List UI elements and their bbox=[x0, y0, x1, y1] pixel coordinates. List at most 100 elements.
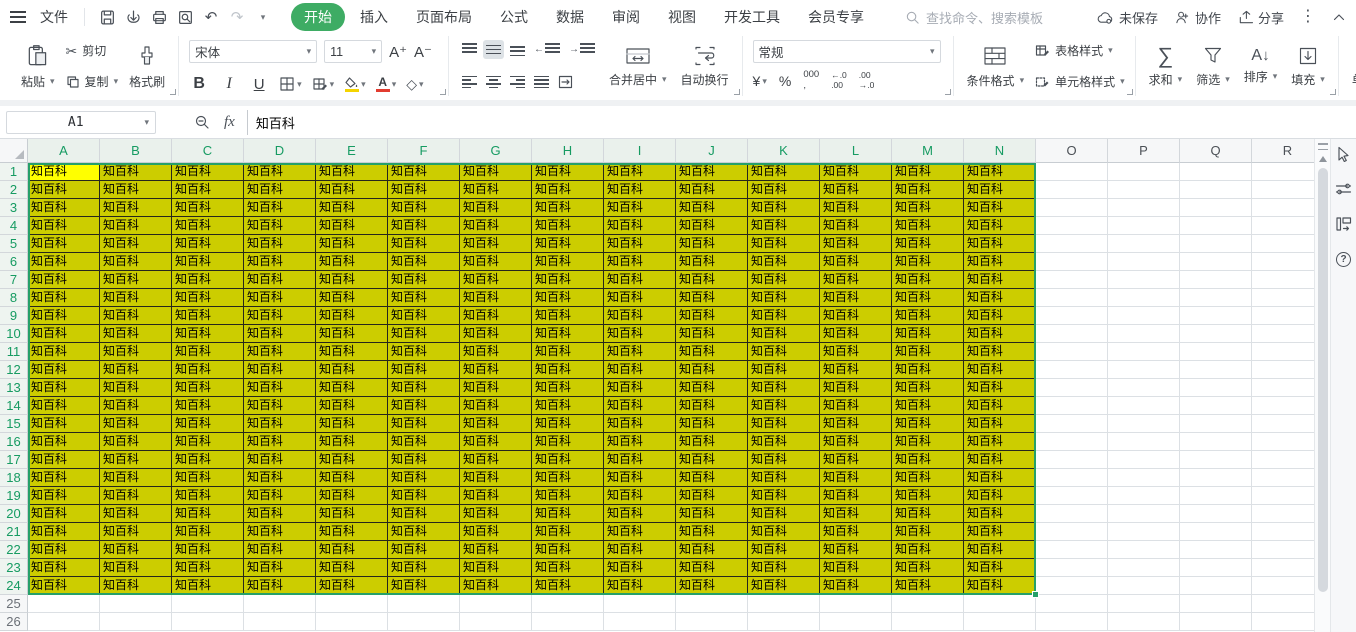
row-header-12[interactable]: 12 bbox=[0, 361, 28, 379]
cell-A19[interactable]: 知百科 bbox=[28, 487, 100, 505]
hamburger-menu-icon[interactable] bbox=[10, 11, 26, 23]
cell-O18[interactable] bbox=[1036, 469, 1108, 487]
cell-C21[interactable]: 知百科 bbox=[172, 523, 244, 541]
export-pdf-button[interactable] bbox=[121, 5, 145, 29]
cell-G1[interactable]: 知百科 bbox=[460, 163, 532, 181]
cell-O12[interactable] bbox=[1036, 361, 1108, 379]
cell-P16[interactable] bbox=[1108, 433, 1180, 451]
cell-O2[interactable] bbox=[1036, 181, 1108, 199]
cell-C26[interactable] bbox=[172, 613, 244, 631]
cell-P13[interactable] bbox=[1108, 379, 1180, 397]
cell-H21[interactable]: 知百科 bbox=[532, 523, 604, 541]
cell-A10[interactable]: 知百科 bbox=[28, 325, 100, 343]
cell-L18[interactable]: 知百科 bbox=[820, 469, 892, 487]
cell-J22[interactable]: 知百科 bbox=[676, 541, 748, 559]
cell-O13[interactable] bbox=[1036, 379, 1108, 397]
cell-D5[interactable]: 知百科 bbox=[244, 235, 316, 253]
cell-Q20[interactable] bbox=[1180, 505, 1252, 523]
cell-B3[interactable]: 知百科 bbox=[100, 199, 172, 217]
cell-H4[interactable]: 知百科 bbox=[532, 217, 604, 235]
cell-F11[interactable]: 知百科 bbox=[388, 343, 460, 361]
cell-C15[interactable]: 知百科 bbox=[172, 415, 244, 433]
cell-R20[interactable] bbox=[1252, 505, 1314, 523]
cell-D20[interactable]: 知百科 bbox=[244, 505, 316, 523]
cell-A17[interactable]: 知百科 bbox=[28, 451, 100, 469]
cell-F22[interactable]: 知百科 bbox=[388, 541, 460, 559]
cell-L17[interactable]: 知百科 bbox=[820, 451, 892, 469]
cell-C16[interactable]: 知百科 bbox=[172, 433, 244, 451]
cell-P2[interactable] bbox=[1108, 181, 1180, 199]
cell-K7[interactable]: 知百科 bbox=[748, 271, 820, 289]
cell-J4[interactable]: 知百科 bbox=[676, 217, 748, 235]
cell-D9[interactable]: 知百科 bbox=[244, 307, 316, 325]
cell-K23[interactable]: 知百科 bbox=[748, 559, 820, 577]
cell-G6[interactable]: 知百科 bbox=[460, 253, 532, 271]
cell-A5[interactable]: 知百科 bbox=[28, 235, 100, 253]
cell-H1[interactable]: 知百科 bbox=[532, 163, 604, 181]
cell-B25[interactable] bbox=[100, 595, 172, 613]
cell-H8[interactable]: 知百科 bbox=[532, 289, 604, 307]
cell-K24[interactable]: 知百科 bbox=[748, 577, 820, 595]
cell-O17[interactable] bbox=[1036, 451, 1108, 469]
cell-D26[interactable] bbox=[244, 613, 316, 631]
cell-A26[interactable] bbox=[28, 613, 100, 631]
cell-M10[interactable]: 知百科 bbox=[892, 325, 964, 343]
cell-R14[interactable] bbox=[1252, 397, 1314, 415]
cells-button[interactable]: 单元格▾ bbox=[1349, 43, 1356, 90]
cell-G24[interactable]: 知百科 bbox=[460, 577, 532, 595]
row-header-20[interactable]: 20 bbox=[0, 505, 28, 523]
file-menu-button[interactable]: 文件 bbox=[34, 4, 74, 30]
underline-button[interactable]: U bbox=[249, 77, 269, 92]
format-painter-button[interactable]: 格式刷 bbox=[126, 41, 168, 92]
cell-B19[interactable]: 知百科 bbox=[100, 487, 172, 505]
cell-P17[interactable] bbox=[1108, 451, 1180, 469]
cell-H15[interactable]: 知百科 bbox=[532, 415, 604, 433]
cell-F7[interactable]: 知百科 bbox=[388, 271, 460, 289]
cell-J3[interactable]: 知百科 bbox=[676, 199, 748, 217]
cell-G21[interactable]: 知百科 bbox=[460, 523, 532, 541]
cell-B5[interactable]: 知百科 bbox=[100, 235, 172, 253]
cell-M4[interactable]: 知百科 bbox=[892, 217, 964, 235]
cell-P6[interactable] bbox=[1108, 253, 1180, 271]
cell-style-button[interactable]: 单元格样式 ▾ bbox=[1035, 73, 1125, 90]
cell-O16[interactable] bbox=[1036, 433, 1108, 451]
cell-Q18[interactable] bbox=[1180, 469, 1252, 487]
cell-H11[interactable]: 知百科 bbox=[532, 343, 604, 361]
cell-P1[interactable] bbox=[1108, 163, 1180, 181]
cell-J8[interactable]: 知百科 bbox=[676, 289, 748, 307]
cell-I26[interactable] bbox=[604, 613, 676, 631]
cell-E26[interactable] bbox=[316, 613, 388, 631]
cell-D4[interactable]: 知百科 bbox=[244, 217, 316, 235]
cell-B10[interactable]: 知百科 bbox=[100, 325, 172, 343]
cell-E7[interactable]: 知百科 bbox=[316, 271, 388, 289]
cell-D10[interactable]: 知百科 bbox=[244, 325, 316, 343]
fill-color-button[interactable]: ▾ bbox=[344, 76, 366, 92]
cell-H2[interactable]: 知百科 bbox=[532, 181, 604, 199]
cell-K1[interactable]: 知百科 bbox=[748, 163, 820, 181]
row-header-5[interactable]: 5 bbox=[0, 235, 28, 253]
cell-N15[interactable]: 知百科 bbox=[964, 415, 1036, 433]
cell-R9[interactable] bbox=[1252, 307, 1314, 325]
cell-D19[interactable]: 知百科 bbox=[244, 487, 316, 505]
cell-E6[interactable]: 知百科 bbox=[316, 253, 388, 271]
cell-R10[interactable] bbox=[1252, 325, 1314, 343]
scroll-up-arrow[interactable] bbox=[1318, 156, 1327, 162]
cell-P5[interactable] bbox=[1108, 235, 1180, 253]
cell-A1[interactable]: 知百科 bbox=[28, 163, 100, 181]
help-button[interactable]: ? bbox=[1335, 250, 1353, 268]
cell-F8[interactable]: 知百科 bbox=[388, 289, 460, 307]
cell-M11[interactable]: 知百科 bbox=[892, 343, 964, 361]
cell-A2[interactable]: 知百科 bbox=[28, 181, 100, 199]
cell-B9[interactable]: 知百科 bbox=[100, 307, 172, 325]
cell-F4[interactable]: 知百科 bbox=[388, 217, 460, 235]
cell-Q8[interactable] bbox=[1180, 289, 1252, 307]
cell-H17[interactable]: 知百科 bbox=[532, 451, 604, 469]
cell-N13[interactable]: 知百科 bbox=[964, 379, 1036, 397]
cell-D12[interactable]: 知百科 bbox=[244, 361, 316, 379]
cell-K22[interactable]: 知百科 bbox=[748, 541, 820, 559]
cell-E2[interactable]: 知百科 bbox=[316, 181, 388, 199]
cell-F18[interactable]: 知百科 bbox=[388, 469, 460, 487]
cell-P19[interactable] bbox=[1108, 487, 1180, 505]
cell-F6[interactable]: 知百科 bbox=[388, 253, 460, 271]
cell-B1[interactable]: 知百科 bbox=[100, 163, 172, 181]
